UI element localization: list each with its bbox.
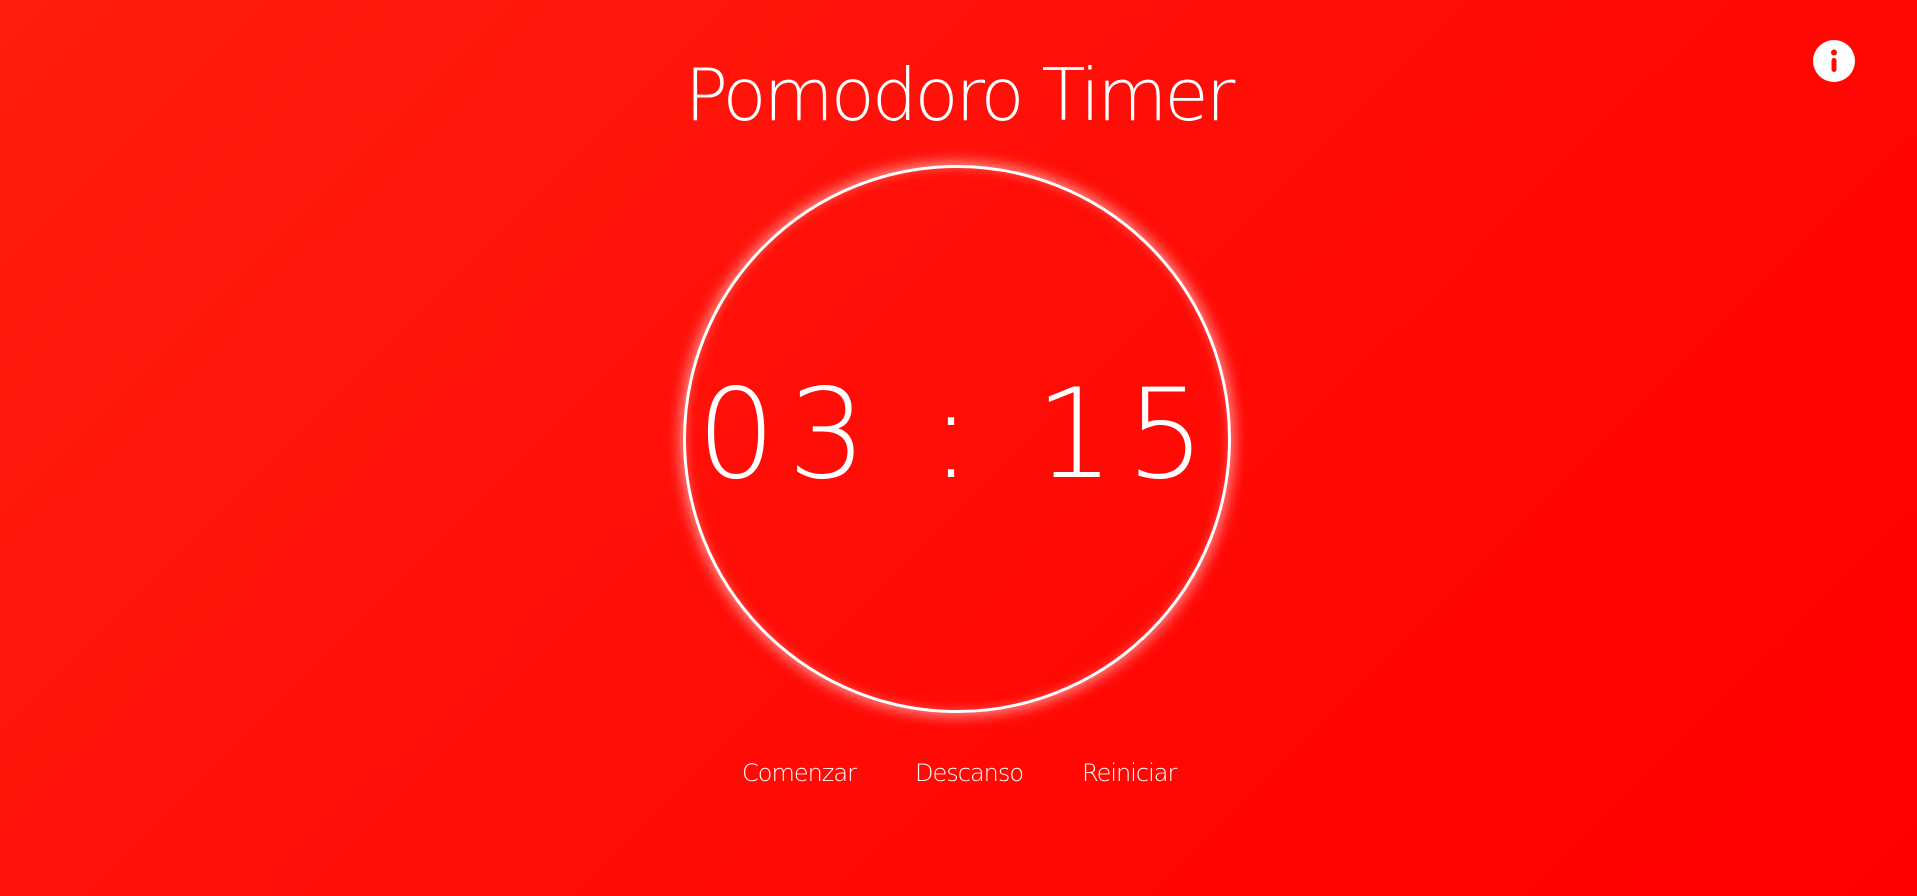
break-button[interactable]: Descanso: [915, 757, 1024, 789]
reset-button[interactable]: Reiniciar: [1082, 757, 1177, 789]
page-title: Pomodoro Timer: [684, 53, 1236, 137]
timer-controls: Comenzar Descanso Reiniciar: [0, 757, 1917, 789]
start-button[interactable]: Comenzar: [742, 757, 857, 789]
timer-display: 03 : 15: [696, 363, 1218, 507]
